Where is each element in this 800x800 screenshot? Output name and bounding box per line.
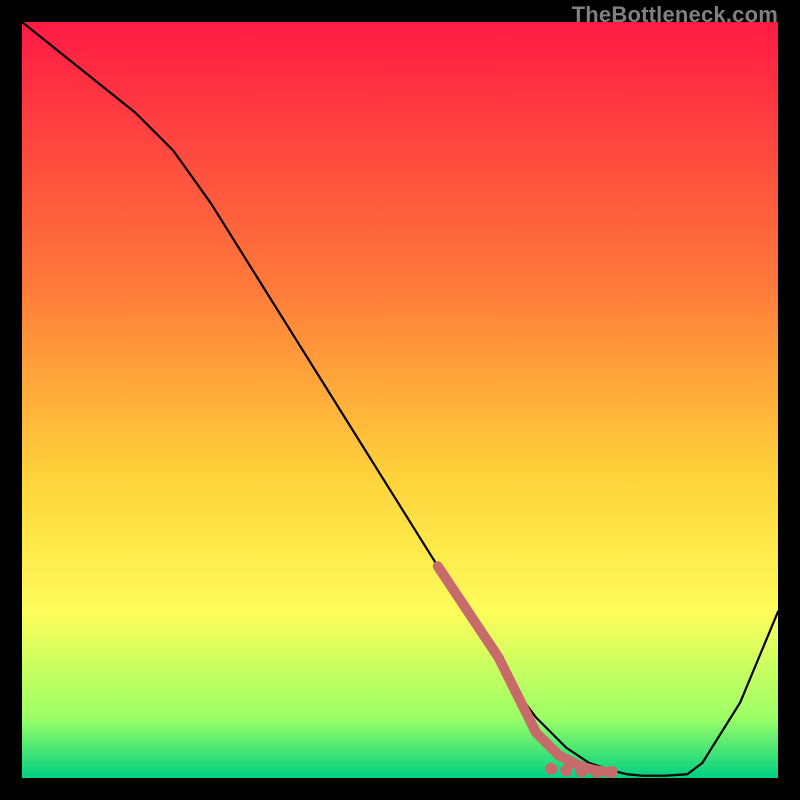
chart-svg (22, 22, 778, 778)
optimal-dot (575, 765, 587, 777)
optimal-dot (560, 764, 572, 776)
optimal-dot (606, 766, 618, 778)
gradient-background (22, 22, 778, 778)
plot-area (22, 22, 778, 778)
chart-frame: TheBottleneck.com (0, 0, 800, 800)
optimal-dot (545, 763, 557, 775)
optimal-dot (591, 766, 603, 778)
